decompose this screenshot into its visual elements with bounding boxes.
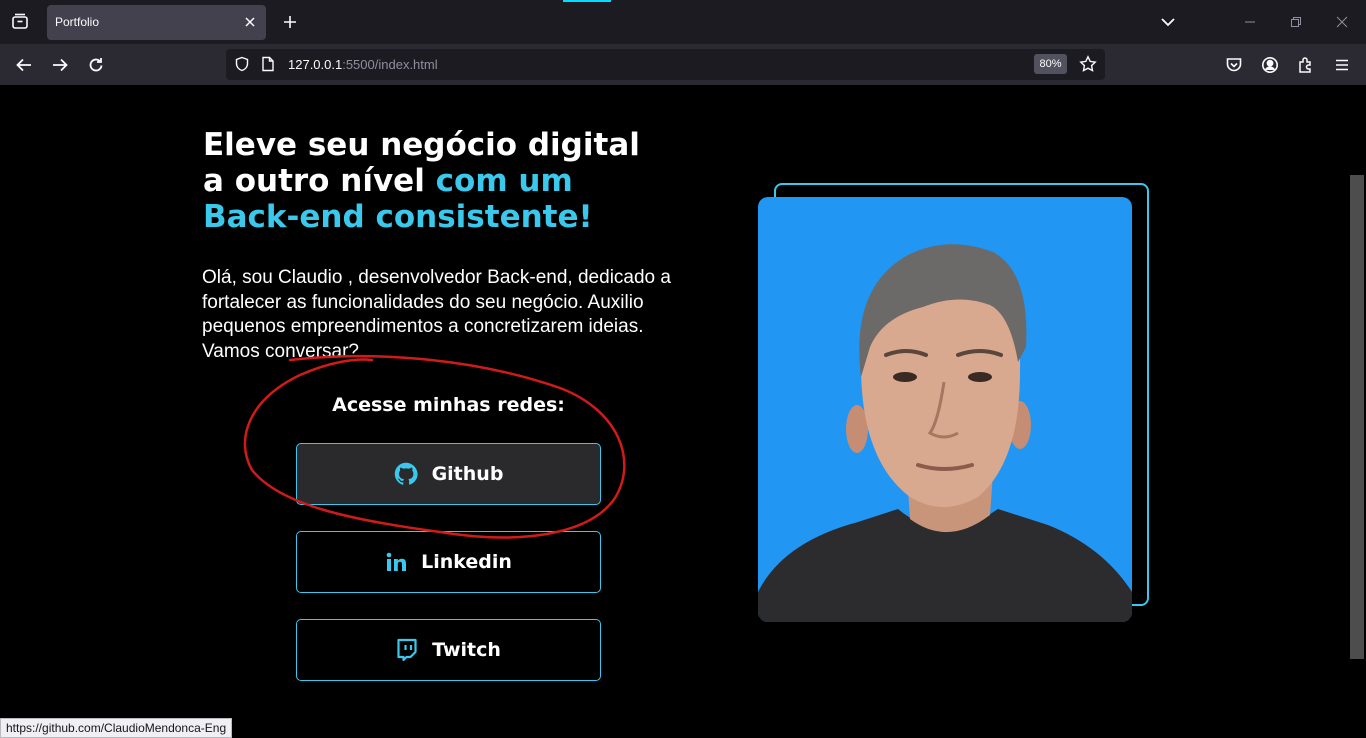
scrollbar-thumb[interactable] [1350, 175, 1364, 659]
reload-icon[interactable] [84, 53, 108, 77]
restore-icon[interactable] [1284, 10, 1308, 34]
close-icon[interactable] [240, 12, 260, 32]
chevron-down-icon[interactable] [1156, 10, 1180, 34]
tab-title: Portfolio [55, 15, 100, 29]
github-button[interactable]: Github [296, 443, 601, 505]
github-icon [394, 462, 418, 485]
forward-arrow-icon[interactable] [48, 53, 72, 77]
hamburger-icon[interactable] [1330, 53, 1354, 77]
github-label: Github [431, 463, 504, 485]
linkedin-button[interactable]: Linkedin [296, 531, 601, 593]
url-text[interactable]: 127.0.0.1:5500/index.html [288, 57, 438, 72]
shield-icon[interactable] [234, 56, 250, 72]
tab-list-icon[interactable] [8, 10, 32, 34]
social-heading: Acesse minhas redes: [332, 394, 565, 416]
headline-line-1: Eleve seu negócio digital [203, 127, 640, 163]
headline-accent-2: Back-end consistente! [203, 199, 593, 235]
headline-accent-1: com um [435, 163, 573, 199]
twitch-icon [397, 638, 417, 662]
star-icon[interactable] [1078, 54, 1098, 74]
url-path: :5500/index.html [342, 57, 438, 72]
linkedin-label: Linkedin [421, 551, 512, 573]
pocket-icon[interactable] [1222, 53, 1246, 77]
account-icon[interactable] [1258, 53, 1282, 77]
headline-line-2: a outro nível [203, 163, 425, 199]
tab-drag-indicator [563, 0, 611, 2]
status-link-preview: https://github.com/ClaudioMendonca-Eng [0, 718, 233, 738]
plus-icon[interactable] [278, 10, 302, 34]
url-host: 127.0.0.1 [288, 57, 343, 72]
tab-bar: Portfolio [0, 0, 1366, 44]
twitch-button[interactable]: Twitch [296, 619, 601, 681]
minimize-icon[interactable] [1238, 10, 1262, 34]
intro-paragraph: Olá, sou Claudio , desenvolvedor Back-en… [202, 267, 671, 362]
extensions-icon[interactable] [1294, 53, 1318, 77]
back-arrow-icon[interactable] [12, 53, 36, 77]
portrait-illustration [758, 244, 1132, 622]
zoom-badge[interactable]: 80% [1034, 54, 1067, 74]
close-icon[interactable] [1330, 10, 1354, 34]
profile-photo [758, 197, 1132, 622]
twitch-label: Twitch [432, 639, 501, 661]
tab-portfolio[interactable]: Portfolio [47, 5, 266, 40]
hero-headline: Eleve seu negócio digital a outro nível … [203, 127, 723, 235]
address-bar[interactable]: 127.0.0.1:5500/index.html 80% [226, 49, 1105, 80]
linkedin-icon [386, 552, 407, 571]
page-icon[interactable] [260, 56, 276, 72]
